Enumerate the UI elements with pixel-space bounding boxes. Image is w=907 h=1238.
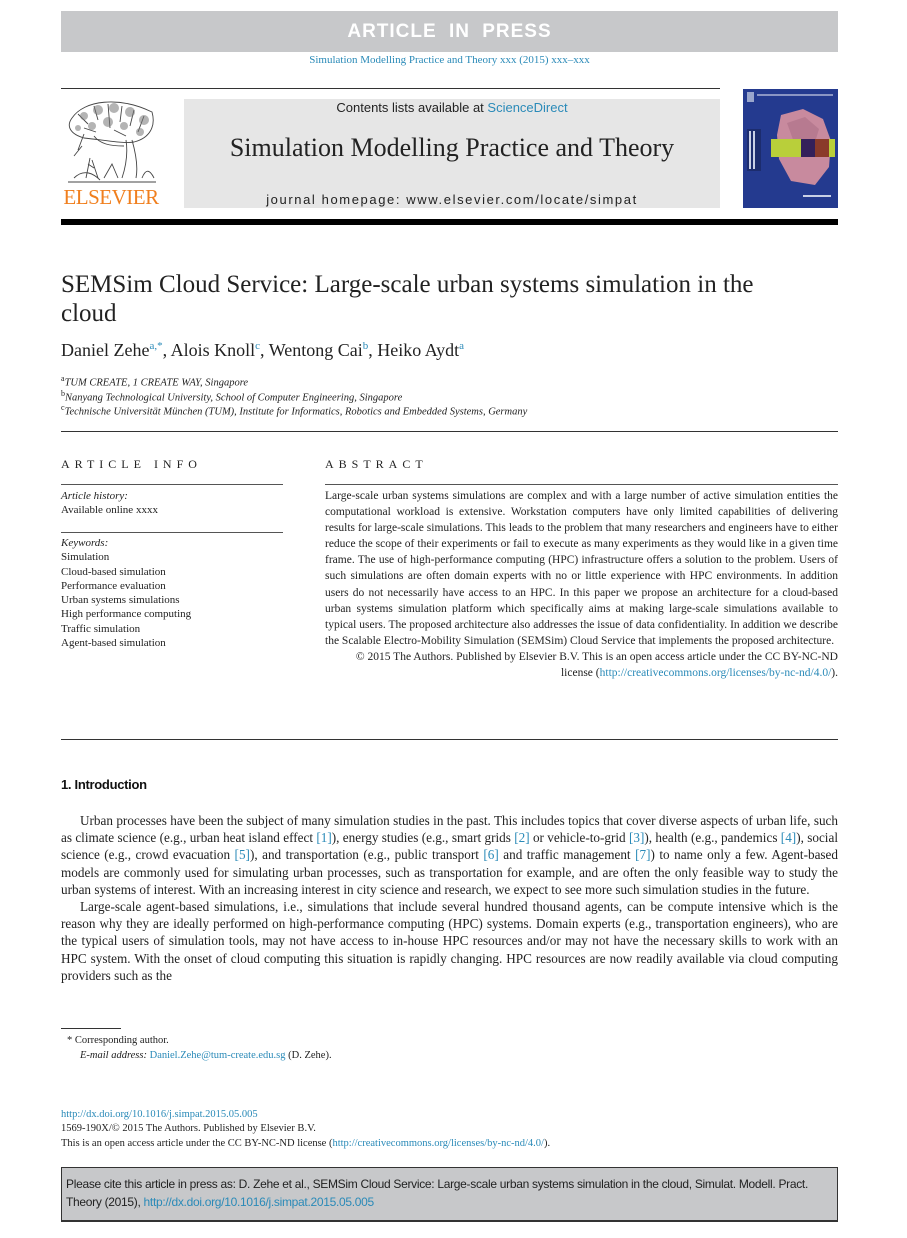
journal-masthead: Contents lists available at ScienceDirec… [184, 99, 720, 208]
author-affiliation-mark[interactable]: a [459, 340, 464, 352]
abstract-body: Large-scale urban systems simulations ar… [325, 488, 838, 681]
masthead-divider [61, 219, 838, 225]
copyright-suffix: ). [831, 667, 838, 680]
keywords-block: Keywords: Simulation Cloud-based simulat… [61, 536, 283, 650]
keyword: Urban systems simulations [61, 594, 180, 607]
abstract-text: Large-scale urban systems simulations ar… [325, 490, 838, 647]
journal-reference: Simulation Modelling Practice and Theory… [309, 54, 590, 66]
author-name[interactable]: Heiko Aydt [377, 340, 459, 360]
abstract-rule [325, 484, 838, 485]
elsevier-logo: ELSEVIER [61, 98, 161, 210]
keyword: Traffic simulation [61, 622, 141, 635]
keywords-label: Keywords: [61, 537, 109, 549]
citation-box: Please cite this article in press as: D.… [61, 1167, 838, 1222]
paragraph: Large-scale agent-based simulations, i.e… [61, 899, 838, 983]
citation-text: Please cite this article in press as: D.… [62, 1168, 837, 1211]
citation-reference-link[interactable]: [2] [514, 830, 529, 845]
license-suffix: ). [543, 1137, 551, 1149]
citation-reference-link[interactable]: [7] [635, 847, 650, 862]
citation-reference-link[interactable]: [5] [235, 847, 250, 862]
affiliation-a: aTUM CREATE, 1 CREATE WAY, Singapore [61, 374, 248, 389]
sciencedirect-link[interactable]: ScienceDirect [487, 100, 567, 115]
section-heading-introduction: 1. Introduction [61, 777, 147, 792]
article-history: Article history: Available online xxxx [61, 489, 283, 518]
corresponding-author-note: * Corresponding author. [67, 1035, 169, 1046]
keywords-rule [61, 532, 283, 533]
author-name[interactable]: Wentong Cai [269, 340, 363, 360]
contents-line: Contents lists available at ScienceDirec… [184, 100, 720, 115]
affiliation-text: Nanyang Technological University, School… [65, 392, 403, 404]
history-label: Article history: [61, 490, 128, 502]
author-affiliation-mark[interactable]: b [363, 340, 369, 352]
article-in-press-banner: ARTICLE IN PRESS [61, 11, 838, 52]
article-info-rule [61, 484, 283, 485]
author-name[interactable]: Daniel Zehe [61, 340, 149, 360]
cover-artwork-icon [743, 89, 838, 208]
journal-cover-image [743, 89, 838, 208]
author-name[interactable]: Alois Knoll [171, 340, 256, 360]
footnote-rule [61, 1028, 121, 1029]
keyword: Agent-based simulation [61, 637, 166, 650]
keyword: Simulation [61, 551, 110, 564]
citation-reference-link[interactable]: [4] [781, 830, 796, 845]
citation-reference-link[interactable]: [6] [483, 847, 498, 862]
license-link[interactable]: http://creativecommons.org/licenses/by-n… [600, 667, 832, 679]
affiliation-text: Technische Universität München (TUM), In… [64, 406, 528, 418]
footnotes: * Corresponding author. E-mail address: … [67, 1033, 332, 1063]
license-line: This is an open access article under the… [61, 1137, 550, 1151]
publisher-name: ELSEVIER [63, 185, 159, 209]
journal-title: Simulation Modelling Practice and Theory [229, 133, 675, 162]
keyword: High performance computing [61, 608, 192, 621]
author-affiliation-mark[interactable]: c [255, 340, 260, 352]
history-value: Available online xxxx [61, 504, 158, 517]
introduction-body: Urban processes have been the subject of… [61, 812, 838, 984]
header-rule [61, 88, 720, 89]
doi-link[interactable]: http://dx.doi.org/10.1016/j.simpat.2015.… [61, 1109, 258, 1120]
affiliation-text: TUM CREATE, 1 CREATE WAY, Singapore [64, 377, 249, 389]
license-link[interactable]: http://creativecommons.org/licenses/by-n… [332, 1138, 544, 1149]
contents-prefix: Contents lists available at [336, 100, 488, 115]
email-suffix: (D. Zehe). [285, 1050, 332, 1061]
citation-reference-link[interactable]: [1] [316, 830, 331, 845]
affiliation-b: bNanyang Technological University, Schoo… [61, 389, 402, 404]
keyword: Cloud-based simulation [61, 565, 166, 578]
affiliation-c: cTechnische Universität München (TUM), I… [61, 403, 527, 418]
abstract-divider [61, 739, 838, 740]
author-list: Daniel Zehea,*, Alois Knollc, Wentong Ca… [61, 340, 464, 360]
keyword: Performance evaluation [61, 579, 166, 592]
affiliations-divider [61, 431, 838, 432]
author-email-link[interactable]: Daniel.Zehe@tum-create.edu.sg [150, 1050, 286, 1061]
banner-label: ARTICLE IN PRESS [347, 20, 552, 42]
issn-line: 1569-190X/© 2015 The Authors. Published … [61, 1123, 316, 1135]
email-label: E-mail address: [80, 1050, 147, 1061]
abstract-heading: ABSTRACT [325, 457, 428, 471]
elsevier-tree-icon [68, 101, 156, 183]
article-info-heading: ARTICLE INFO [61, 457, 202, 471]
journal-homepage-link[interactable]: journal homepage: www.elsevier.com/locat… [184, 192, 720, 207]
citation-doi-link[interactable]: http://dx.doi.org/10.1016/j.simpat.2015.… [144, 1195, 375, 1209]
doi-block: http://dx.doi.org/10.1016/j.simpat.2015.… [61, 1108, 550, 1151]
article-title: SEMSim Cloud Service: Large-scale urban … [61, 271, 754, 327]
paragraph: Urban processes have been the subject of… [61, 813, 839, 897]
citation-reference-link[interactable]: [3] [629, 830, 644, 845]
author-affiliation-mark[interactable]: a,* [149, 340, 162, 352]
abstract-copyright: © 2015 The Authors. Published by Elsevie… [325, 649, 838, 681]
email-line: E-mail address: Daniel.Zehe@tum-create.e… [67, 1048, 332, 1063]
license-text: This is an open access article under the… [61, 1137, 333, 1149]
